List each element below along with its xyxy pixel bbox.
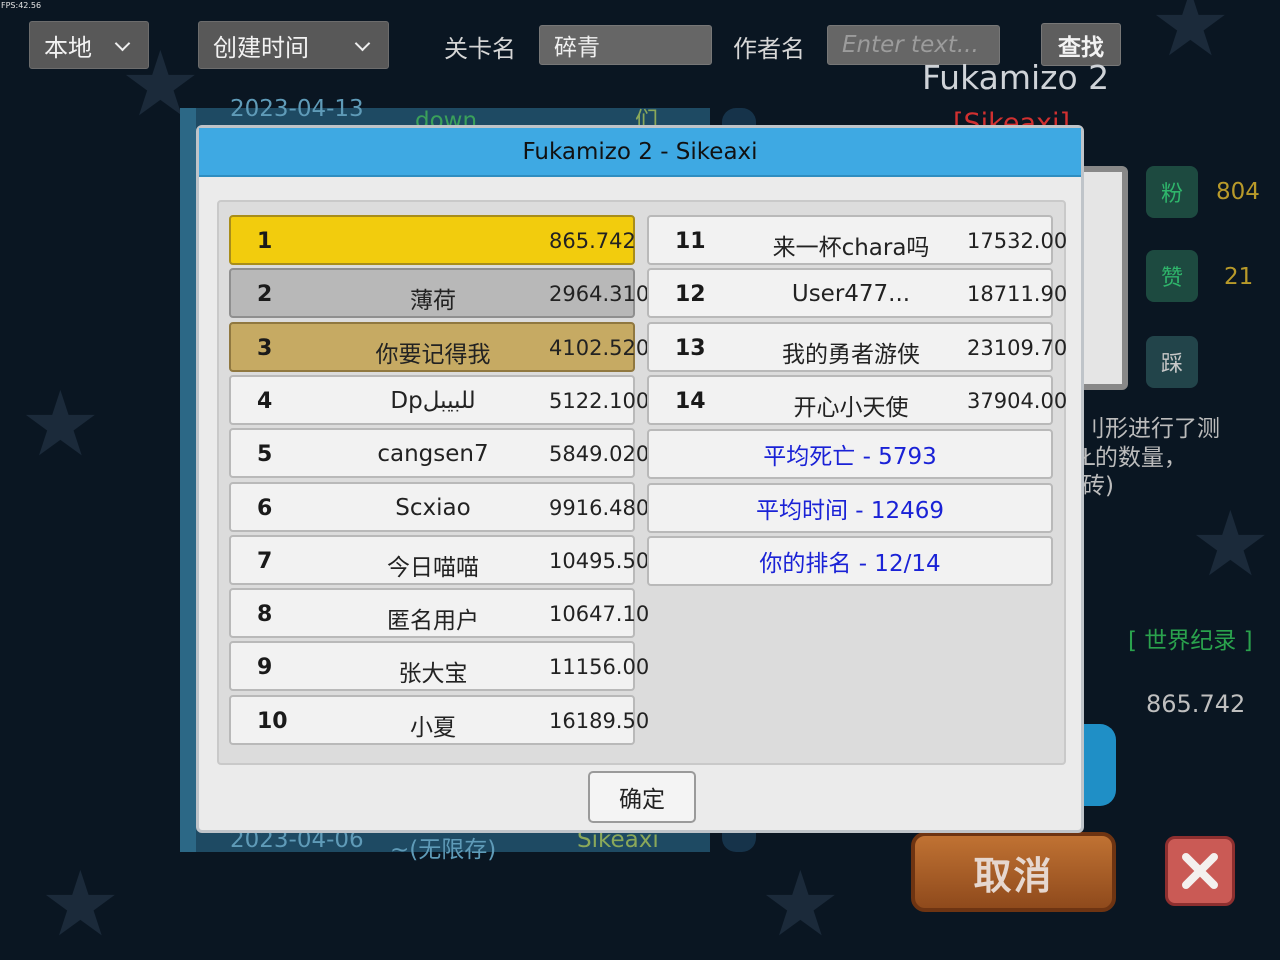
- player-score: 9916.480: [549, 495, 650, 520]
- rank-number: 8: [257, 602, 273, 628]
- player-name: cangsen7: [377, 441, 489, 468]
- ok-button[interactable]: 确定: [588, 771, 696, 823]
- list-item-name: ~(无限存): [390, 837, 497, 863]
- leaderboard-row: 6 Scxiao 9916.480: [229, 481, 649, 532]
- background-star: ★: [40, 852, 121, 957]
- player-score: 37904.00: [967, 388, 1068, 413]
- rank-number: 4: [257, 388, 273, 414]
- player-score: 16189.50: [549, 708, 650, 733]
- player-name: 匿名用户: [387, 608, 479, 635]
- player-score: 5122.100: [549, 388, 650, 413]
- rank-number: 10: [257, 708, 288, 734]
- level-name-input[interactable]: 碎青: [539, 25, 712, 65]
- chevron-down-icon: [354, 35, 371, 52]
- fans-button[interactable]: 粉: [1146, 166, 1198, 218]
- average-time: 平均时间 - 12469: [647, 483, 1053, 533]
- background-star: ★: [1150, 0, 1231, 77]
- rank-number: 3: [257, 335, 273, 361]
- source-dropdown[interactable]: 本地: [29, 21, 149, 69]
- player-score: 11156.00: [549, 655, 650, 680]
- source-dropdown-value: 本地: [44, 33, 92, 62]
- dislike-button[interactable]: 踩: [1146, 336, 1198, 388]
- player-score: 865.742: [549, 229, 636, 253]
- dialog-title: Fukamizo 2 - Sikeaxi: [199, 128, 1081, 177]
- rank-number: 13: [675, 335, 706, 361]
- list-item-date: 2023-04-13: [230, 96, 364, 122]
- player-name: User477...: [791, 281, 911, 308]
- leaderboard-row: 3 你要记得我 4102.520: [229, 321, 649, 372]
- background-star: ★: [20, 372, 101, 477]
- leaderboard-row: 5 cangsen7 5849.020: [229, 428, 649, 479]
- rank-number: 7: [257, 548, 273, 574]
- player-score: 4102.520: [549, 335, 650, 360]
- player-score: 10647.10: [549, 602, 650, 627]
- player-score: 17532.00: [967, 229, 1068, 253]
- chevron-down-icon: [114, 35, 131, 52]
- leaderboard-row: 4 Dpللبيبل 5122.100: [229, 374, 649, 425]
- background-star: ★: [760, 852, 841, 957]
- rank-number: 9: [257, 655, 273, 681]
- player-score: 2964.310: [549, 282, 650, 307]
- player-score: 23109.70: [967, 335, 1068, 360]
- leaderboard-row: 11 来一杯chara吗 17532.00: [647, 215, 1067, 265]
- close-button[interactable]: [1165, 836, 1235, 906]
- leaderboard-row: 9 张大宝 11156.00: [229, 641, 649, 692]
- background-star: ★: [1190, 492, 1271, 597]
- player-name: 你要记得我: [375, 341, 491, 368]
- rank-number: 1: [257, 229, 273, 254]
- rank-number: 5: [257, 442, 273, 468]
- player-score: 10495.50: [549, 548, 650, 573]
- description-line: 砖): [1082, 473, 1114, 499]
- leaderboard-row: 2 薄荷 2964.310: [229, 268, 649, 319]
- rank-number: 11: [675, 229, 706, 254]
- player-name: 今日喵喵: [387, 554, 479, 581]
- average-deaths: 平均死亡 - 5793: [647, 429, 1053, 479]
- level-name-label: 关卡名: [444, 35, 516, 63]
- leaderboard-row: 13 我的勇者游侠 23109.70: [647, 321, 1067, 372]
- leaderboard-row: 12 User477... 18711.90: [647, 268, 1067, 319]
- close-icon: [1182, 853, 1218, 889]
- leaderboard-row: 8 匿名用户 10647.10: [229, 588, 649, 639]
- rank-number: 2: [257, 282, 273, 308]
- leaderboard-row: 1 865.742: [229, 215, 636, 265]
- likes-count: 21: [1224, 264, 1254, 290]
- rank-number: 14: [675, 388, 706, 414]
- level-title: Fukamizo 2: [922, 58, 1110, 97]
- player-name: Dpللبيبل: [390, 387, 476, 414]
- player-name: Scxiao: [395, 494, 471, 521]
- fans-count: 804: [1216, 179, 1260, 205]
- sort-dropdown[interactable]: 创建时间: [198, 21, 389, 69]
- world-record-value: 865.742: [1146, 690, 1246, 718]
- leaderboard-row: 14 开心小天使 37904.00: [647, 374, 1067, 425]
- like-button[interactable]: 赞: [1146, 250, 1198, 302]
- leaderboard-row: 7 今日喵喵 10495.50: [229, 534, 649, 585]
- player-name: 小夏: [410, 714, 456, 741]
- fps-counter: FPS:42.56: [1, 1, 42, 10]
- world-record-label: [ 世界纪录 ]: [1128, 628, 1253, 654]
- player-name: 张大宝: [398, 661, 468, 688]
- player-name: 我的勇者游侠: [782, 341, 920, 368]
- player-name: 薄荷: [410, 288, 456, 315]
- your-rank: 你的排名 - 12/14: [647, 536, 1053, 586]
- leaderboard-row: 10 小夏 16189.50: [229, 694, 649, 745]
- player-name: 来一杯chara吗: [772, 235, 930, 261]
- sort-dropdown-value: 创建时间: [213, 33, 309, 62]
- cancel-button[interactable]: 取消: [911, 832, 1116, 912]
- rank-number: 12: [675, 282, 706, 308]
- list-side-bar: [180, 108, 196, 852]
- player-score: 18711.90: [967, 282, 1068, 307]
- leaderboard-dialog: Fukamizo 2 - Sikeaxi 1 865.742 2 薄荷 2964.310…: [196, 125, 1084, 833]
- player-name: 开心小天使: [793, 394, 909, 421]
- rank-number: 6: [257, 495, 273, 521]
- author-label: 作者名: [733, 35, 805, 63]
- player-score: 5849.020: [549, 442, 650, 467]
